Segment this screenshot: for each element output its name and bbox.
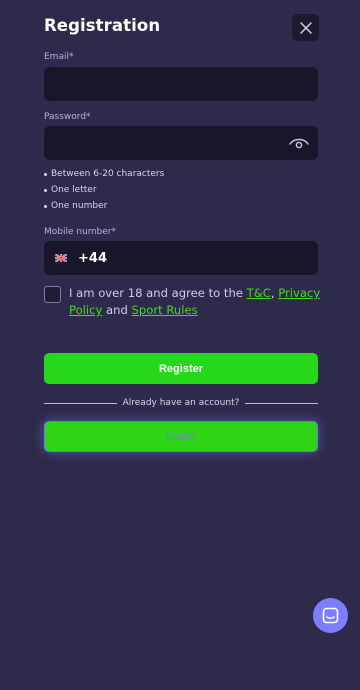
tc-link[interactable]: T&C <box>247 286 271 300</box>
chat-icon <box>322 607 339 624</box>
register-button[interactable]: Register <box>44 353 318 384</box>
password-label: Password* <box>44 112 91 122</box>
eye-icon[interactable] <box>289 136 309 150</box>
sport-rules-link[interactable]: Sport Rules <box>132 303 198 317</box>
close-button[interactable] <box>292 14 319 41</box>
password-rule: One letter <box>44 182 164 198</box>
country-code: +44 <box>78 250 107 266</box>
password-rule: Between 6-20 characters <box>44 166 164 182</box>
terms-text: I am over 18 and agree to the T&C, Priva… <box>69 286 321 317</box>
email-label: Email* <box>44 52 74 62</box>
password-field[interactable] <box>44 126 318 160</box>
chat-button[interactable] <box>313 598 348 633</box>
close-icon <box>299 21 312 34</box>
page-title: Registration <box>44 16 161 35</box>
mobile-field[interactable]: +44 <box>44 241 318 275</box>
age-terms-checkbox[interactable] <box>44 286 61 303</box>
email-field[interactable] <box>44 67 318 101</box>
divider-text: Already have an account? <box>122 398 240 408</box>
uk-flag-icon[interactable] <box>55 254 67 262</box>
password-rules: Between 6-20 characters One letter One n… <box>44 166 164 214</box>
login-button[interactable]: Login <box>44 421 318 452</box>
password-rule: One number <box>44 198 164 214</box>
mobile-label: Mobile number* <box>44 227 117 237</box>
account-divider: Already have an account? <box>44 396 318 410</box>
